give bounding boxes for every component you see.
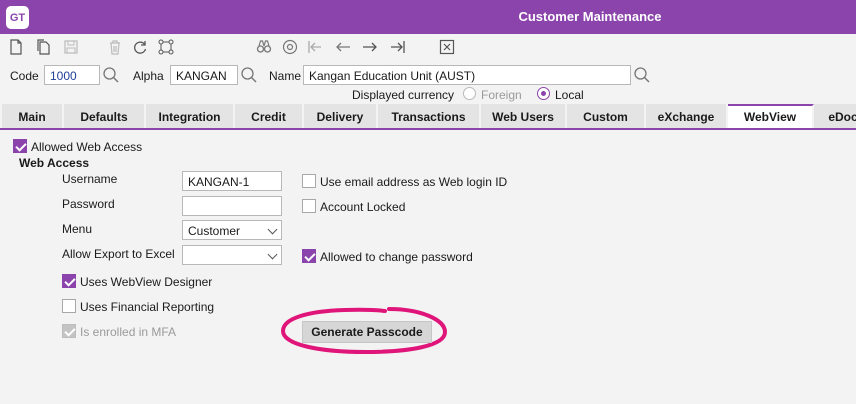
- tab-credit[interactable]: Credit: [235, 104, 304, 128]
- delete-icon[interactable]: [105, 37, 125, 57]
- navigate-icon[interactable]: [280, 37, 300, 57]
- alpha-search-icon[interactable]: [240, 66, 258, 84]
- use-email-label: Use email address as Web login ID: [320, 175, 508, 189]
- name-field[interactable]: Kangan Education Unit (AUST): [303, 65, 631, 85]
- name-search-icon[interactable]: [633, 66, 651, 84]
- link-icon[interactable]: [156, 37, 176, 57]
- tab-delivery[interactable]: Delivery: [304, 104, 378, 128]
- copy-icon[interactable]: [33, 37, 53, 57]
- tab-exchange[interactable]: eXchange: [646, 104, 728, 128]
- find-icon[interactable]: [254, 37, 274, 57]
- uses-financial-reporting-label: Uses Financial Reporting: [80, 300, 215, 314]
- currency-foreign-label: Foreign: [481, 88, 522, 102]
- currency-local-label: Local: [555, 88, 584, 102]
- uses-webview-designer-checkbox[interactable]: [62, 274, 76, 288]
- tab-integration[interactable]: Integration: [146, 104, 235, 128]
- currency-local-radio[interactable]: [537, 87, 550, 100]
- account-locked-checkbox[interactable]: [302, 199, 316, 213]
- tab-main[interactable]: Main: [2, 104, 64, 128]
- username-field[interactable]: KANGAN-1: [182, 171, 282, 191]
- first-icon[interactable]: [305, 37, 325, 57]
- tab-defaults[interactable]: Defaults: [64, 104, 146, 128]
- uses-webview-designer-label: Uses WebView Designer: [80, 275, 213, 289]
- enrolled-mfa-label: Is enrolled in MFA: [80, 325, 177, 339]
- allow-export-label: Allow Export to Excel: [62, 247, 175, 261]
- allowed-web-access-label: Allowed Web Access: [31, 140, 143, 154]
- use-email-checkbox[interactable]: [302, 174, 316, 188]
- save-icon[interactable]: [61, 37, 81, 57]
- app-logo: GT: [6, 6, 29, 29]
- code-field[interactable]: 1000: [44, 65, 100, 85]
- currency-foreign-radio[interactable]: [463, 87, 476, 100]
- tab-edoc[interactable]: eDoc: [814, 104, 856, 128]
- prev-icon[interactable]: [333, 37, 353, 57]
- tab-webview[interactable]: WebView: [728, 104, 814, 128]
- password-field[interactable]: [182, 196, 282, 216]
- chevron-down-icon: [267, 249, 278, 260]
- name-label: Name: [269, 69, 302, 83]
- allow-export-select[interactable]: [182, 245, 282, 265]
- allowed-web-access-checkbox[interactable]: [13, 139, 27, 153]
- menu-label: Menu: [62, 222, 93, 236]
- title-bar: GT Customer Maintenance: [0, 0, 856, 34]
- allowed-change-password-label: Allowed to change password: [320, 250, 473, 264]
- alpha-field[interactable]: KANGAN: [170, 65, 238, 85]
- account-locked-label: Account Locked: [320, 200, 406, 214]
- username-label: Username: [62, 172, 118, 186]
- code-search-icon[interactable]: [102, 66, 120, 84]
- enrolled-mfa-checkbox: [62, 324, 76, 338]
- menu-select-value: Customer: [188, 224, 241, 238]
- tab-transactions[interactable]: Transactions: [378, 104, 481, 128]
- last-icon[interactable]: [388, 37, 408, 57]
- code-label: Code: [10, 69, 39, 83]
- generate-passcode-button[interactable]: Generate Passcode: [302, 321, 432, 343]
- currency-label: Displayed currency: [352, 88, 455, 102]
- password-label: Password: [62, 197, 115, 211]
- tab-bar: Main Defaults Integration Credit Deliver…: [0, 104, 856, 130]
- menu-select[interactable]: Customer: [182, 220, 282, 240]
- toolbar: [0, 37, 856, 59]
- new-icon[interactable]: [6, 37, 26, 57]
- close-icon[interactable]: [437, 37, 457, 57]
- window-title: Customer Maintenance: [518, 9, 662, 24]
- refresh-icon[interactable]: [130, 37, 150, 57]
- tab-custom[interactable]: Custom: [567, 104, 646, 128]
- alpha-label: Alpha: [133, 69, 164, 83]
- next-icon[interactable]: [360, 37, 380, 57]
- uses-financial-reporting-checkbox[interactable]: [62, 299, 76, 313]
- chevron-down-icon: [267, 224, 278, 235]
- tab-web-users[interactable]: Web Users: [481, 104, 567, 128]
- allowed-change-password-checkbox[interactable]: [302, 249, 316, 263]
- section-title: Web Access: [19, 156, 90, 170]
